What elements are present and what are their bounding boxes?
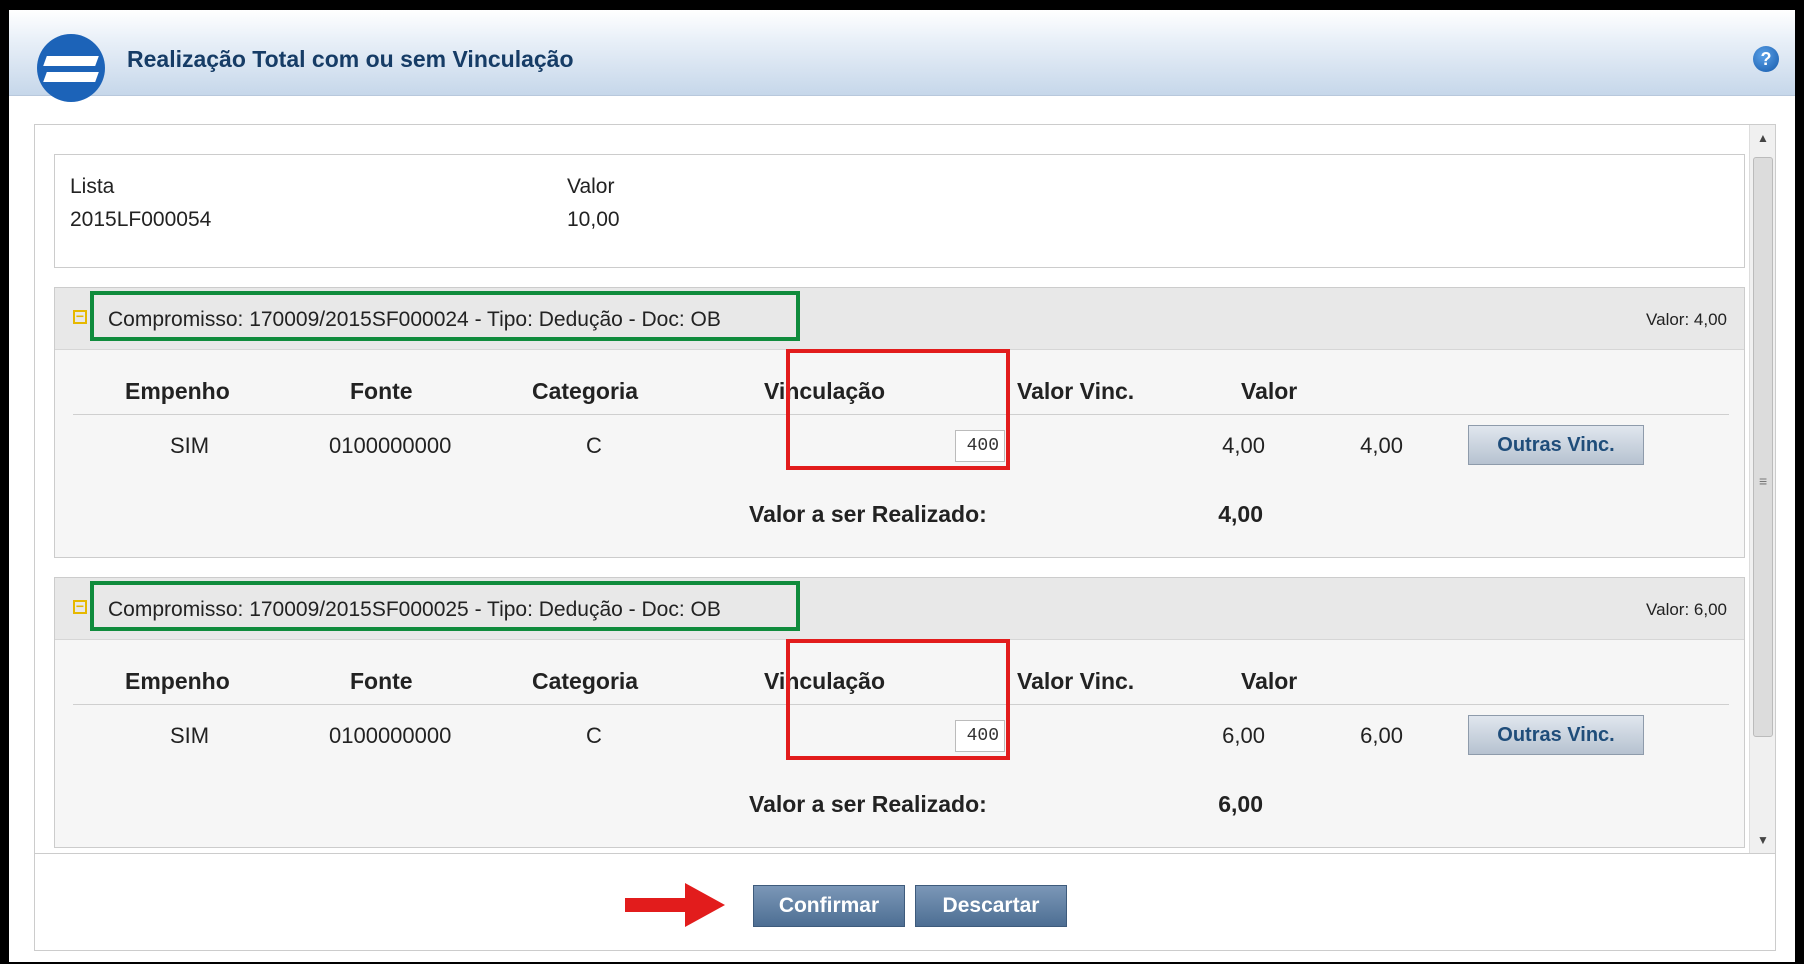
header-valor: Valor	[1241, 668, 1298, 694]
scroll-grip-icon: ≡	[1759, 473, 1768, 489]
scroll-thumb[interactable]: ≡	[1753, 157, 1773, 737]
cell-valor: 4,00	[1360, 433, 1403, 458]
vertical-scrollbar[interactable]: ▲ ≡ ▼	[1749, 125, 1775, 853]
highlight-box-red	[786, 639, 1010, 760]
cell-empenho: SIM	[170, 723, 210, 748]
scroll-up-icon[interactable]: ▲	[1750, 125, 1775, 151]
valor-value: 10,00	[567, 208, 620, 231]
lista-value: 2015LF000054	[70, 208, 212, 231]
window-title: Realização Total com ou sem Vinculação	[127, 46, 574, 72]
header-valor-vinc: Valor Vinc.	[1017, 378, 1135, 404]
help-icon[interactable]: ?	[1753, 46, 1779, 72]
confirm-button[interactable]: Confirmar	[753, 885, 905, 927]
header-fonte: Fonte	[350, 668, 413, 694]
valor-label: Valor	[567, 175, 615, 198]
header-categoria: Categoria	[532, 668, 639, 694]
title-bar: Realização Total com ou sem Vinculação ?	[9, 10, 1795, 102]
cell-valor-vinc: 6,00	[1222, 723, 1265, 748]
lista-label: Lista	[70, 175, 115, 198]
panel-valor: Valor: 4,00	[1646, 310, 1727, 329]
cell-fonte: 0100000000	[329, 433, 452, 458]
sum-value: 4,00	[1218, 501, 1263, 527]
outras-vinc-button[interactable]: Outras Vinc.	[1468, 425, 1644, 465]
outras-vinc-button[interactable]: Outras Vinc.	[1468, 715, 1644, 755]
discard-button[interactable]: Descartar	[915, 885, 1067, 927]
collapse-icon[interactable]: −	[73, 309, 87, 324]
compromisso-panel: − Compromisso: 170009/2015SF000025 - Tip…	[54, 577, 1745, 848]
header-valor-vinc: Valor Vinc.	[1017, 668, 1135, 694]
dialog-footer: Confirmar Descartar	[34, 853, 1776, 951]
scroll-down-icon[interactable]: ▼	[1750, 827, 1775, 853]
dialog-window: Realização Total com ou sem Vinculação ?…	[7, 8, 1797, 964]
header-empenho: Empenho	[125, 668, 230, 694]
cell-valor: 6,00	[1360, 723, 1403, 748]
highlight-box-green	[90, 581, 800, 631]
header-valor: Valor	[1241, 378, 1298, 404]
sum-label: Valor a ser Realizado:	[749, 791, 987, 817]
sum-value: 6,00	[1218, 791, 1263, 817]
scroll-content: Lista 2015LF000054 Valor 10,00 − Comprom…	[34, 124, 1776, 854]
header-empenho: Empenho	[125, 378, 230, 404]
header-categoria: Categoria	[532, 378, 639, 404]
red-arrow-icon	[625, 883, 725, 927]
app-logo-icon	[37, 34, 105, 102]
sum-label: Valor a ser Realizado:	[749, 501, 987, 527]
cell-empenho: SIM	[170, 433, 210, 458]
panel-header[interactable]: − Compromisso: 170009/2015SF000025 - Tip…	[55, 578, 1744, 640]
panel-header[interactable]: − Compromisso: 170009/2015SF000024 - Tip…	[55, 288, 1744, 350]
header-fonte: Fonte	[350, 378, 413, 404]
highlight-box-green	[90, 291, 800, 341]
collapse-icon[interactable]: −	[73, 599, 87, 614]
cell-valor-vinc: 4,00	[1222, 433, 1265, 458]
list-info-box: Lista 2015LF000054 Valor 10,00	[54, 154, 1745, 268]
panel-valor: Valor: 6,00	[1646, 600, 1727, 619]
cell-categoria: C	[586, 433, 602, 458]
cell-fonte: 0100000000	[329, 723, 452, 748]
cell-categoria: C	[586, 723, 602, 748]
highlight-box-red	[786, 349, 1010, 470]
compromisso-panel: − Compromisso: 170009/2015SF000024 - Tip…	[54, 287, 1745, 558]
